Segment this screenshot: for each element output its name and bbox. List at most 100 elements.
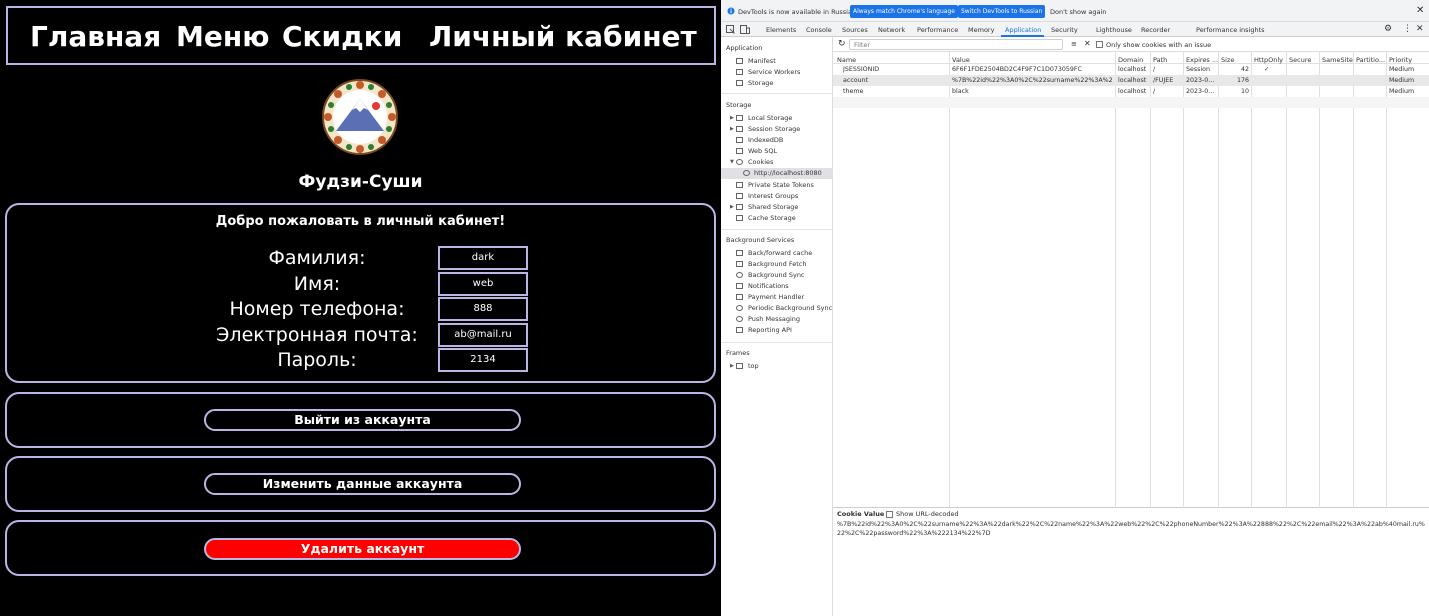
- sidebar-item-bfcache[interactable]: Back/forward cache: [748, 249, 812, 257]
- cell-priority: Medium: [1389, 77, 1415, 84]
- edit-account-button[interactable]: Изменить данные аккаунта: [204, 473, 521, 495]
- column-header-path[interactable]: Path: [1153, 56, 1167, 64]
- column-header-size[interactable]: Size: [1221, 56, 1234, 64]
- delete-account-button[interactable]: Удалить аккаунт: [204, 538, 521, 560]
- sidebar-item-cookies[interactable]: Cookies: [748, 158, 773, 166]
- column-header-expires[interactable]: Expires ...: [1186, 56, 1218, 64]
- close-icon[interactable]: ✕: [1416, 5, 1424, 16]
- clear-all-icon[interactable]: ✕: [1084, 39, 1091, 48]
- expand-arrow-icon[interactable]: ▶: [730, 363, 734, 369]
- logout-button[interactable]: Выйти из аккаунта: [204, 409, 521, 431]
- tab-security[interactable]: Security: [1051, 26, 1078, 34]
- clear-filtered-icon[interactable]: ≡: [1071, 40, 1077, 48]
- sidebar-item-interest-groups[interactable]: Interest Groups: [748, 192, 798, 200]
- column-header-secure[interactable]: Secure: [1289, 56, 1311, 64]
- tab-lighthouse[interactable]: Lighthouse: [1096, 26, 1132, 34]
- sidebar-item-shared-storage[interactable]: Shared Storage: [748, 203, 798, 211]
- name-field[interactable]: web: [438, 272, 528, 296]
- column-header-partition[interactable]: Partitio...: [1356, 56, 1385, 64]
- table-row[interactable]: theme black localhost / 2023-0... 10 Med…: [833, 86, 1429, 97]
- divider: [721, 229, 833, 230]
- sidebar-item-background-fetch[interactable]: Background Fetch: [748, 260, 806, 268]
- only-issues-checkbox[interactable]: [1096, 41, 1103, 48]
- database-icon: [736, 148, 743, 154]
- nav-link-discounts[interactable]: Скидки: [282, 20, 402, 53]
- more-options-icon[interactable]: ⋮: [1403, 24, 1412, 34]
- sidebar-item-reporting-api[interactable]: Reporting API: [748, 326, 792, 334]
- tab-performance[interactable]: Performance: [917, 26, 958, 34]
- sidebar-item-local-storage[interactable]: Local Storage: [748, 114, 792, 122]
- frame-icon: [736, 363, 743, 369]
- edit-panel: Изменить данные аккаунта: [5, 456, 716, 512]
- inspect-icon[interactable]: [726, 25, 735, 34]
- gear-icon: [736, 69, 743, 75]
- tab-elements[interactable]: Elements: [766, 26, 796, 34]
- expand-arrow-icon[interactable]: ▶: [730, 126, 734, 132]
- sidebar-item-storage[interactable]: Storage: [748, 79, 773, 87]
- password-field[interactable]: 2134: [438, 348, 528, 372]
- column-header-httponly[interactable]: HttpOnly: [1254, 56, 1283, 64]
- expand-arrow-icon[interactable]: ▶: [730, 115, 734, 121]
- url-decoded-checkbox[interactable]: [886, 511, 893, 518]
- phone-field[interactable]: 888: [438, 297, 528, 321]
- sidebar-item-service-workers[interactable]: Service Workers: [748, 68, 800, 76]
- settings-gear-icon[interactable]: ⚙: [1384, 24, 1392, 34]
- only-issues-label: Only show cookies with an issue: [1106, 41, 1212, 49]
- sidebar-item-background-sync[interactable]: Background Sync: [748, 271, 805, 279]
- email-field[interactable]: ab@mail.ru: [438, 323, 528, 347]
- device-toolbar-icon[interactable]: [740, 25, 750, 34]
- expand-arrow-icon[interactable]: ▶: [730, 204, 734, 210]
- grid-icon: [736, 126, 743, 132]
- cell-size: 10: [1240, 88, 1249, 95]
- nav-link-account[interactable]: Личный кабинет: [429, 20, 697, 53]
- divider: [721, 342, 833, 343]
- surname-field[interactable]: dark: [438, 246, 528, 270]
- sidebar-item-notifications[interactable]: Notifications: [748, 282, 789, 290]
- tab-performance-insights[interactable]: Performance insights: [1196, 26, 1265, 34]
- sidebar-item-session-storage[interactable]: Session Storage: [748, 125, 800, 133]
- cell-value: 6F6F1FDE2504BD2C4F9F7C1D073059FC: [952, 66, 1082, 73]
- card-icon: [736, 294, 743, 300]
- column-header-domain[interactable]: Domain: [1118, 56, 1143, 64]
- column-header-name[interactable]: Name: [837, 56, 856, 64]
- tab-application[interactable]: Application: [1005, 26, 1041, 34]
- tab-memory[interactable]: Memory: [968, 26, 994, 34]
- column-header-samesite[interactable]: SameSite: [1322, 56, 1353, 64]
- refresh-icon[interactable]: ↻: [838, 39, 846, 49]
- collapse-arrow-icon[interactable]: ▼: [730, 159, 734, 165]
- sidebar-item-payment-handler[interactable]: Payment Handler: [748, 293, 804, 301]
- sidebar-item-cache-storage[interactable]: Cache Storage: [748, 214, 796, 222]
- cookie-value-title: Cookie Value: [837, 510, 885, 518]
- sidebar-item-frame-top[interactable]: top: [748, 362, 759, 370]
- column-header-value[interactable]: Value: [952, 56, 970, 64]
- url-decoded-label: Show URL-decoded: [896, 510, 959, 518]
- dont-show-link[interactable]: Don't show again: [1050, 8, 1106, 16]
- table-row-selected[interactable]: account %7B%22id%22%3A0%2C%22surname%22%…: [833, 75, 1429, 86]
- column-divider: [1286, 52, 1287, 508]
- sidebar-item-periodic-sync[interactable]: Periodic Background Sync: [748, 304, 832, 312]
- switch-language-button[interactable]: Switch DevTools to Russian: [958, 5, 1046, 18]
- cookie-value-text: %7B%22id%22%3A0%2C%22surname%22%3A%22dar…: [837, 521, 1425, 537]
- sidebar-item-cookie-origin[interactable]: http://localhost:8080: [754, 169, 822, 177]
- file-icon: [736, 327, 743, 333]
- filter-input[interactable]: Filter: [849, 39, 1063, 50]
- cell-domain: localhost: [1118, 66, 1147, 73]
- nav-link-menu[interactable]: Меню: [176, 20, 269, 53]
- match-language-button[interactable]: Always match Chrome's language: [850, 5, 958, 18]
- column-header-priority[interactable]: Priority: [1389, 56, 1412, 64]
- table-row[interactable]: JSESSIONID 6F6F1FDE2504BD2C4F9F7C1D07305…: [833, 64, 1429, 75]
- tab-network[interactable]: Network: [878, 26, 905, 34]
- close-devtools-icon[interactable]: ✕: [1416, 24, 1424, 34]
- tab-sources[interactable]: Sources: [842, 26, 868, 34]
- tab-recorder[interactable]: Recorder: [1141, 26, 1170, 34]
- sidebar-item-indexeddb[interactable]: IndexedDB: [748, 136, 783, 144]
- sidebar-item-manifest[interactable]: Manifest: [748, 57, 776, 65]
- cell-path: /FUJEE: [1153, 77, 1174, 84]
- logo-icon: [322, 79, 398, 155]
- tab-console[interactable]: Console: [806, 26, 832, 34]
- nav-link-home[interactable]: Главная: [30, 20, 161, 53]
- sidebar-item-push-messaging[interactable]: Push Messaging: [748, 315, 800, 323]
- sidebar-item-web-sql[interactable]: Web SQL: [748, 147, 777, 155]
- sidebar-item-private-state-tokens[interactable]: Private State Tokens: [748, 181, 814, 189]
- column-divider: [1115, 52, 1116, 508]
